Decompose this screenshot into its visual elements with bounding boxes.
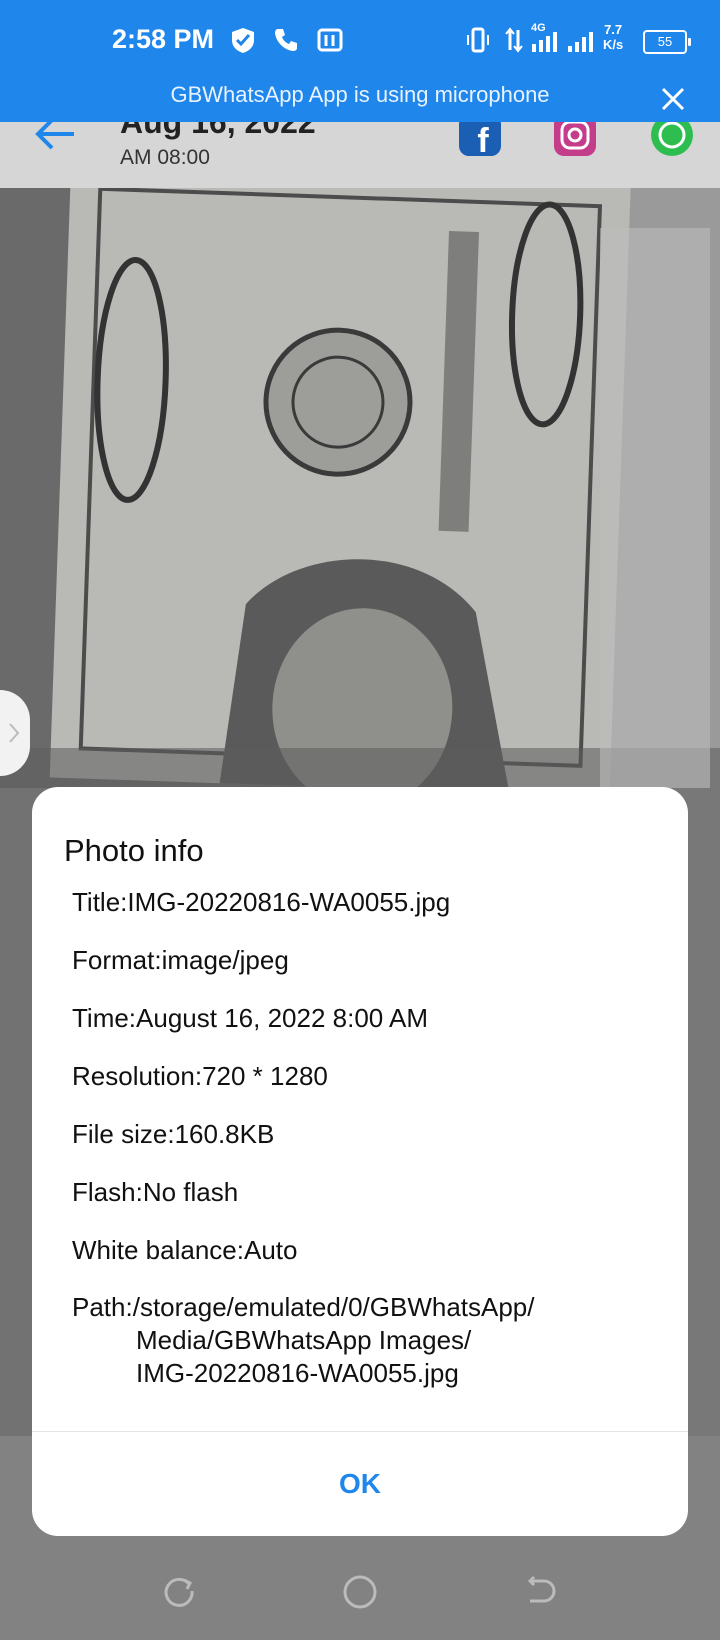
- phone-call-icon: [275, 29, 297, 51]
- path-line-1: /storage/emulated/0/GBWhatsApp/: [132, 1292, 535, 1322]
- home-button[interactable]: [342, 1574, 378, 1615]
- info-value: IMG-20220816-WA0055.jpg: [127, 887, 451, 917]
- info-label: Title:: [72, 887, 128, 917]
- nfc-icon: [317, 28, 343, 52]
- back-nav-button[interactable]: [522, 1574, 556, 1613]
- status-bar: 2:58 PM 4G 7.7 K/s 55 GBWhatsApp App is: [0, 0, 720, 122]
- info-value: Auto: [243, 1235, 298, 1265]
- svg-text:f: f: [477, 122, 489, 156]
- side-drawer-handle[interactable]: [0, 690, 30, 776]
- path-line-3: IMG-20220816-WA0055.jpg: [136, 1358, 459, 1388]
- info-format-row: Format:image/jpeg: [72, 945, 289, 976]
- back-icon: [527, 1575, 556, 1603]
- info-label: Time:: [72, 1003, 137, 1033]
- shield-check-icon: [232, 28, 254, 53]
- network-speed-unit: K/s: [603, 37, 624, 52]
- info-resolution-row: Resolution:720 * 1280: [72, 1061, 328, 1092]
- info-value: 160.8KB: [174, 1119, 275, 1149]
- photo-header: [0, 122, 720, 188]
- recents-icon: [164, 1577, 194, 1607]
- network-speed: 7.7 K/s: [603, 22, 623, 52]
- microphone-banner-text: GBWhatsApp App is using microphone: [170, 82, 550, 107]
- info-label: Format:: [72, 945, 162, 975]
- vibrate-icon: [467, 27, 489, 53]
- signal-strength-icon: [532, 32, 593, 52]
- info-file-size-row: File size:160.8KB: [72, 1119, 274, 1150]
- dialog-title: Photo info: [64, 833, 204, 868]
- info-flash-row: Flash:No flash: [72, 1177, 238, 1208]
- battery-indicator: 55: [643, 30, 691, 54]
- info-label: Flash:: [72, 1177, 143, 1207]
- info-path-row: Path:/storage/emulated/0/GBWhatsApp/ Med…: [72, 1291, 632, 1390]
- back-button[interactable]: [34, 116, 78, 157]
- info-label: Resolution:: [72, 1061, 203, 1091]
- info-time-row: Time:August 16, 2022 8:00 AM: [72, 1003, 428, 1034]
- info-label: File size:: [72, 1119, 175, 1149]
- banner-close-button[interactable]: [660, 86, 686, 117]
- ok-button[interactable]: OK: [32, 1432, 688, 1536]
- info-value: August 16, 2022 8:00 AM: [136, 1003, 429, 1033]
- recents-button[interactable]: [162, 1574, 196, 1613]
- chevron-right-icon: [9, 723, 20, 743]
- photo-info-dialog: Photo info Title:IMG-20220816-WA0055.jpg…: [32, 787, 688, 1536]
- info-value: 720 * 1280: [202, 1061, 328, 1091]
- info-title-row: Title:IMG-20220816-WA0055.jpg: [72, 887, 450, 918]
- network-speed-value: 7.7: [604, 22, 623, 37]
- close-icon: [661, 87, 685, 111]
- info-label: Path:: [72, 1292, 133, 1322]
- path-line-2: Media/GBWhatsApp Images/: [136, 1325, 472, 1355]
- info-value: image/jpeg: [161, 945, 289, 975]
- status-time: 2:58 PM: [112, 24, 215, 54]
- data-transfer-icon: [505, 27, 523, 53]
- info-label: White balance:: [72, 1235, 244, 1265]
- info-white-balance-row: White balance:Auto: [72, 1235, 297, 1266]
- home-icon: [343, 1575, 377, 1609]
- header-time: AM 08:00: [120, 146, 210, 169]
- info-value: No flash: [142, 1177, 239, 1207]
